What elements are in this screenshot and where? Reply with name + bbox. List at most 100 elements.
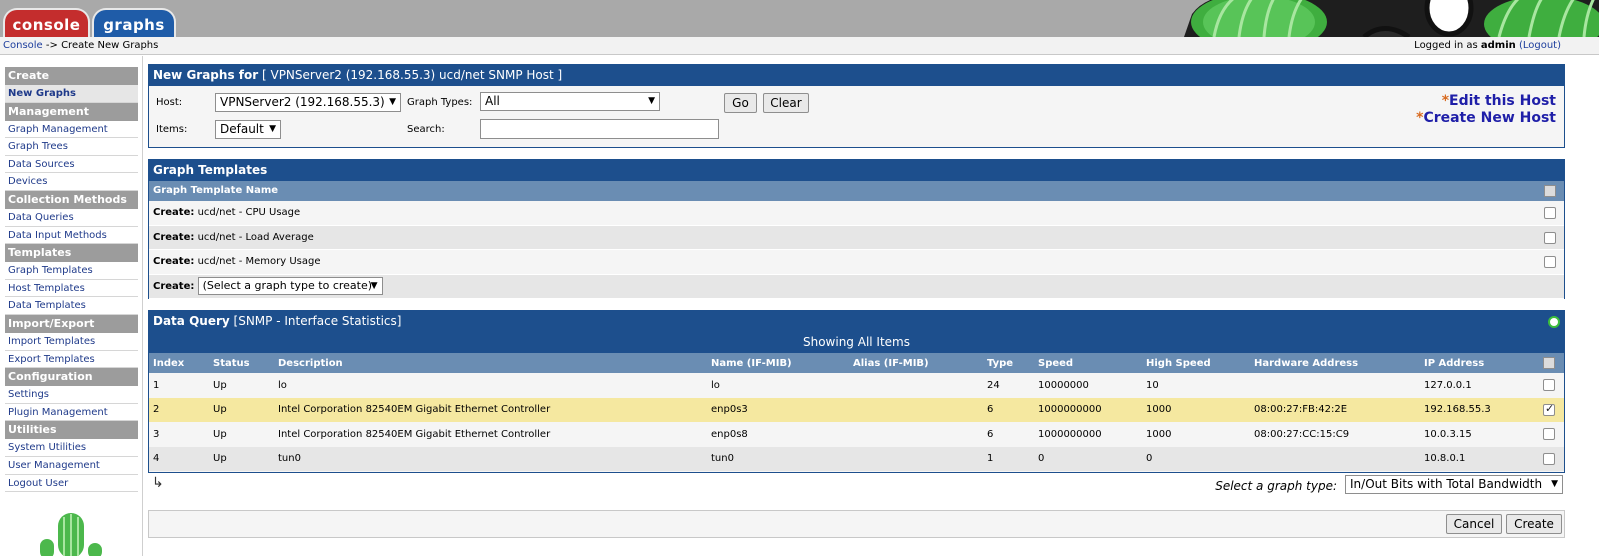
- create-prefix: Create:: [153, 280, 195, 292]
- template-checkbox[interactable]: [1544, 256, 1556, 268]
- col-high-speed[interactable]: High Speed: [1142, 353, 1250, 373]
- cell-index: 2: [149, 397, 209, 422]
- row-checkbox[interactable]: [1543, 452, 1555, 465]
- tab-console[interactable]: console: [3, 8, 90, 37]
- cell-high-speed: 0: [1142, 446, 1250, 471]
- cell-description: tun0: [274, 446, 707, 471]
- row-checkbox[interactable]: [1543, 428, 1555, 440]
- template-row: Create: ucd/net - Load Average: [149, 225, 1564, 250]
- cell-hardware-address: [1250, 373, 1420, 398]
- col-ip-address[interactable]: IP Address: [1420, 353, 1534, 373]
- breadcrumb-separator: ->: [45, 40, 58, 51]
- sidebar-section-create: Create: [5, 67, 138, 85]
- sidebar-section-configuration: Configuration: [5, 368, 138, 387]
- cactus-banner-art: [1184, 0, 1599, 37]
- filter-title-bold: New Graphs for: [153, 68, 259, 82]
- col-type[interactable]: Type: [983, 353, 1034, 373]
- row-checkbox[interactable]: [1543, 402, 1555, 416]
- sidebar-item-system-utilities[interactable]: System Utilities: [5, 439, 138, 457]
- sidebar-item-settings[interactable]: Settings: [5, 386, 138, 404]
- cell-alias: [849, 397, 983, 422]
- edit-host-link[interactable]: *Edit this Host: [1442, 93, 1556, 109]
- host-select[interactable]: VPNServer2 (192.168.55.3) ▼: [215, 93, 401, 112]
- sidebar-item-data-sources[interactable]: Data Sources: [5, 156, 138, 174]
- cell-description: Intel Corporation 82540EM Gigabit Ethern…: [274, 397, 707, 422]
- sidebar-item-graph-trees[interactable]: Graph Trees: [5, 138, 138, 156]
- actions-bar: Cancel Create: [148, 510, 1565, 538]
- sidebar-item-host-templates[interactable]: Host Templates: [5, 280, 138, 298]
- col-hardware-address[interactable]: Hardware Address: [1250, 353, 1420, 373]
- reload-query-icon[interactable]: [1548, 316, 1560, 328]
- sidebar-item-plugin-management[interactable]: Plugin Management: [5, 404, 138, 422]
- sidebar-item-user-management[interactable]: User Management: [5, 457, 138, 475]
- sidebar-item-export-templates[interactable]: Export Templates: [5, 351, 138, 369]
- logout-link[interactable]: (Logout): [1519, 40, 1561, 51]
- sidebar-item-import-templates[interactable]: Import Templates: [5, 333, 138, 351]
- sidebar-item-new-graphs[interactable]: New Graphs: [5, 85, 138, 103]
- template-checkbox[interactable]: [1544, 207, 1556, 219]
- breadcrumb-console-link[interactable]: Console: [3, 40, 43, 51]
- table-header-row: Index Status Description Name (IF-MIB) A…: [149, 353, 1564, 373]
- sidebar-section-import-export: Import/Export: [5, 314, 138, 333]
- sidebar-item-data-queries[interactable]: Data Queries: [5, 209, 138, 227]
- col-alias[interactable]: Alias (IF-MIB): [849, 353, 983, 373]
- table-row[interactable]: 4 Up tun0 tun0 1 0 0 10.8.0.1: [149, 446, 1564, 471]
- chevron-down-icon: ▼: [389, 97, 396, 107]
- table-row[interactable]: 1 Up lo lo 24 10000000 10 127.0.0.1: [149, 373, 1564, 398]
- template-checkbox[interactable]: [1544, 231, 1556, 244]
- graph-type-create-value: (Select a graph type to create): [202, 278, 373, 292]
- col-name[interactable]: Name (IF-MIB): [707, 353, 849, 373]
- graph-type-select[interactable]: In/Out Bits with Total Bandwidth ▼: [1345, 475, 1563, 494]
- clear-button[interactable]: Clear: [763, 93, 809, 113]
- data-query-title-bold: Data Query: [153, 314, 230, 328]
- cell-select: [1534, 422, 1564, 447]
- sidebar-item-data-input-methods[interactable]: Data Input Methods: [5, 227, 138, 245]
- edit-host-star: *: [1441, 93, 1450, 109]
- create-button[interactable]: Create: [1506, 514, 1562, 534]
- cell-ip-address: 192.168.55.3: [1420, 397, 1534, 422]
- cell-status: Up: [209, 446, 274, 471]
- table-row[interactable]: 3 Up Intel Corporation 82540EM Gigabit E…: [149, 422, 1564, 447]
- sidebar-item-data-templates[interactable]: Data Templates: [5, 297, 138, 315]
- cell-ip-address: 10.0.3.15: [1420, 422, 1534, 447]
- graph-types-select[interactable]: All ▼: [480, 92, 660, 111]
- cell-name: lo: [707, 373, 849, 398]
- create-prefix: Create:: [153, 207, 195, 218]
- table-row[interactable]: 2 Up Intel Corporation 82540EM Gigabit E…: [149, 397, 1564, 422]
- cancel-button[interactable]: Cancel: [1446, 514, 1502, 534]
- col-speed[interactable]: Speed: [1034, 353, 1142, 373]
- row-checkbox[interactable]: [1543, 379, 1555, 391]
- data-query-title: Data Query [SNMP - Interface Statistics]: [149, 311, 1564, 332]
- sidebar-item-graph-management[interactable]: Graph Management: [5, 121, 138, 139]
- col-status[interactable]: Status: [209, 353, 274, 373]
- cell-select: [1534, 373, 1564, 398]
- tab-graphs[interactable]: graphs: [92, 8, 176, 37]
- graph-templates-title-text: Graph Templates: [153, 163, 268, 177]
- items-select[interactable]: Default ▼: [215, 120, 281, 139]
- cell-description: lo: [274, 373, 707, 398]
- create-host-link[interactable]: *Create New Host: [1416, 110, 1556, 126]
- search-input[interactable]: [480, 119, 719, 139]
- cell-index: 4: [149, 446, 209, 471]
- sidebar-section-utilities: Utilities: [5, 421, 138, 440]
- graph-type-create-select[interactable]: (Select a graph type to create) ▼: [197, 276, 383, 295]
- login-info: Logged in as admin (Logout): [1414, 37, 1561, 54]
- sidebar-item-devices[interactable]: Devices: [5, 173, 138, 191]
- col-index[interactable]: Index: [149, 353, 209, 373]
- col-description[interactable]: Description: [274, 353, 707, 373]
- data-query-title-name: [SNMP - Interface Statistics]: [233, 314, 402, 328]
- cell-ip-address: 127.0.0.1: [1420, 373, 1534, 398]
- cell-speed: 0: [1034, 446, 1142, 471]
- select-all-templates-checkbox[interactable]: [1544, 185, 1556, 197]
- graph-type-row: ↳ Select a graph type: In/Out Bits with …: [148, 475, 1565, 497]
- chevron-down-icon: ▼: [370, 280, 378, 291]
- sidebar-section-management: Management: [5, 102, 138, 121]
- cell-high-speed: 1000: [1142, 422, 1250, 447]
- cell-select: [1534, 397, 1564, 422]
- login-user: admin: [1480, 40, 1516, 51]
- select-all-rows-checkbox[interactable]: [1543, 357, 1555, 369]
- sidebar-item-logout-user[interactable]: Logout User: [5, 475, 138, 493]
- template-name: ucd/net - CPU Usage: [197, 207, 301, 218]
- sidebar-item-graph-templates[interactable]: Graph Templates: [5, 262, 138, 280]
- go-button[interactable]: Go: [724, 93, 757, 113]
